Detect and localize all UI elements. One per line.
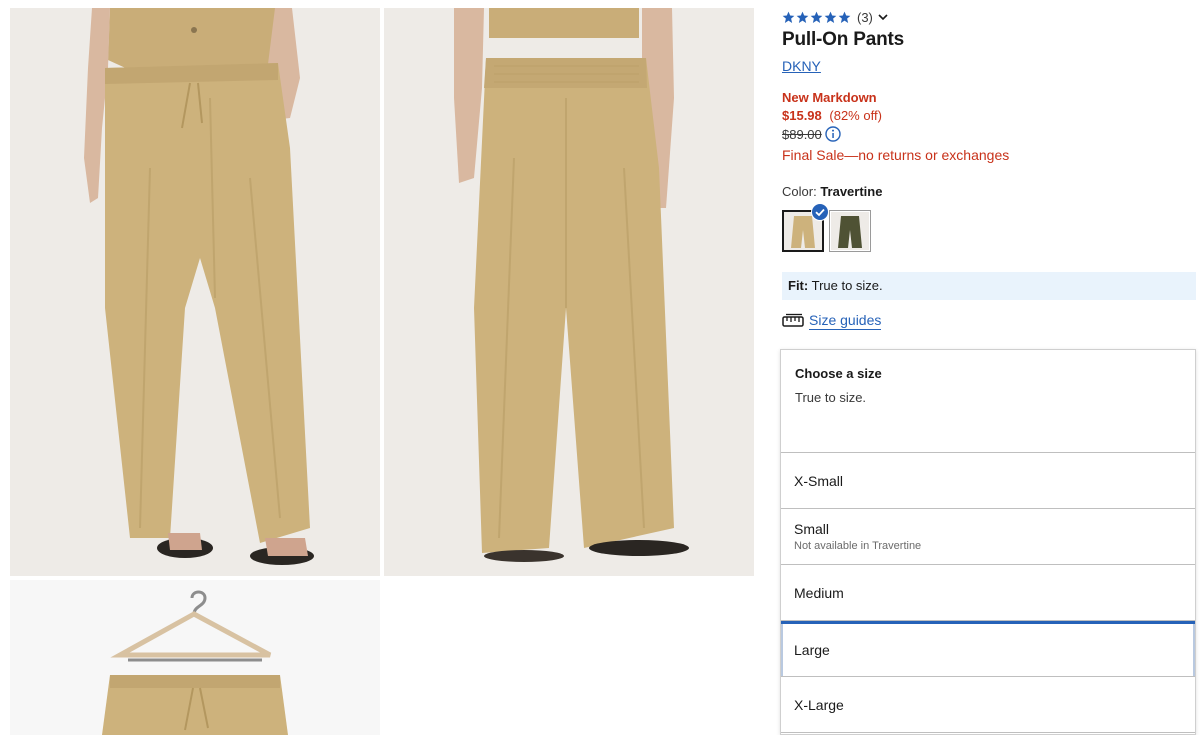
check-badge-icon	[811, 203, 829, 221]
star-icon	[824, 11, 837, 23]
review-count[interactable]: (3)	[857, 10, 873, 25]
fit-text: True to size.	[811, 278, 883, 293]
size-option-note: Not available in Travertine	[794, 540, 922, 552]
chevron-down-icon[interactable]	[877, 11, 889, 23]
back-view-image	[384, 8, 754, 576]
product-photo-hanger[interactable]	[10, 580, 380, 735]
fit-label: Fit:	[788, 278, 809, 293]
star-icon	[810, 11, 823, 23]
swatch-olive-image	[831, 212, 869, 250]
discount-percent: (82% off)	[829, 108, 882, 123]
swatch-olive[interactable]	[829, 210, 871, 252]
ruler-icon	[782, 313, 804, 327]
info-icon[interactable]	[825, 126, 841, 142]
markdown-label: New Markdown	[782, 90, 877, 105]
size-option-label: Large	[794, 642, 830, 658]
product-info-panel: (3) Pull-On Pants DKNY New Markdown $15.…	[782, 8, 1196, 332]
product-photo-front[interactable]	[10, 8, 380, 576]
brand-link[interactable]: DKNY	[782, 58, 821, 74]
product-photo-back[interactable]	[384, 8, 754, 576]
star-icon	[796, 11, 809, 23]
selected-color-name: Travertine	[820, 184, 883, 199]
size-option-x-large[interactable]: X-Large	[781, 677, 1195, 733]
hanger-view-image	[10, 580, 380, 735]
size-option-medium[interactable]: Medium	[781, 565, 1195, 621]
size-option-label: Small	[794, 521, 830, 537]
original-price-row: $89.00	[782, 126, 1196, 142]
size-option-large[interactable]: Large	[781, 621, 1195, 677]
product-page: (3) Pull-On Pants DKNY New Markdown $15.…	[0, 0, 1200, 735]
size-option-label: X-Small	[794, 472, 844, 489]
star-icon	[782, 11, 795, 23]
original-price: $89.00	[782, 126, 822, 142]
size-option-label: X-Large	[794, 696, 844, 713]
size-guides-link[interactable]: Size guides	[809, 312, 882, 330]
size-selector-heading: Choose a size	[795, 366, 882, 381]
sale-price: $15.98	[782, 108, 822, 123]
sale-price-row: $15.98 (82% off)	[782, 108, 1196, 123]
color-label-row: Color: Travertine	[782, 184, 1196, 199]
size-selector-dropdown: Choose a size True to size. X-Small Smal…	[780, 349, 1196, 735]
final-sale-note: Final Sale—no returns or exchanges	[782, 147, 1010, 163]
size-option-x-small[interactable]: X-Small	[781, 453, 1195, 509]
color-label: Color:	[782, 184, 817, 199]
rating-row[interactable]: (3)	[782, 8, 1196, 26]
front-view-image	[10, 8, 380, 576]
star-rating	[782, 11, 851, 24]
size-guides-row[interactable]: Size guides	[782, 310, 1196, 332]
size-selector-subheading: True to size.	[795, 390, 867, 405]
color-swatches	[782, 203, 1196, 254]
fit-info-box: Fit: True to size.	[782, 272, 1196, 300]
size-option-label: Medium	[794, 584, 844, 601]
star-icon	[838, 11, 851, 23]
product-title: Pull-On Pants	[782, 29, 904, 50]
size-selector-header: Choose a size True to size.	[781, 350, 1195, 453]
size-option-small[interactable]: Small Not available in Travertine	[781, 509, 1195, 565]
